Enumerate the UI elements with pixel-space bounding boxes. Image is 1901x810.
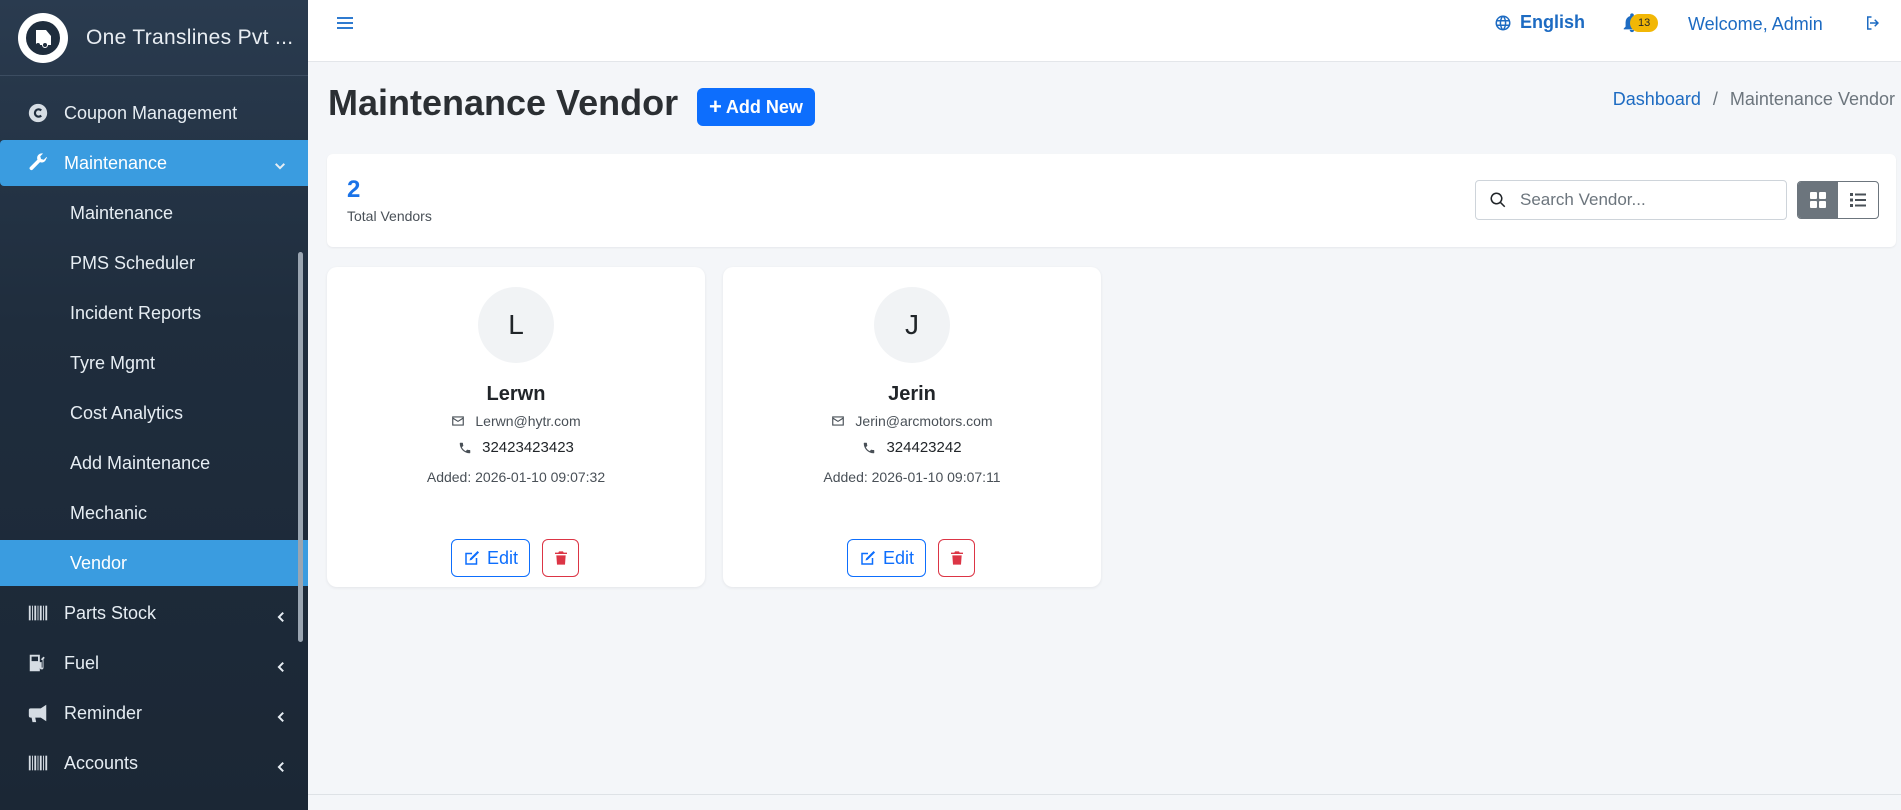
edit-label: Edit (883, 547, 915, 568)
breadcrumb: Dashboard / Maintenance Vendor (1613, 89, 1895, 110)
envelope-icon (832, 416, 845, 426)
total-vendors-count: 2 (347, 176, 361, 203)
breadcrumb-separator: / (1712, 89, 1718, 109)
barcode-icon (26, 751, 50, 775)
edit-button[interactable]: Edit (847, 539, 927, 577)
sidebar-subitem-add-maintenance[interactable]: Add Maintenance (0, 440, 308, 486)
phone-icon (864, 442, 875, 453)
edit-label: Edit (487, 547, 519, 568)
vendor-added: Added: 2026-01-10 09:07:11 (823, 469, 1001, 485)
chevron-left-icon (274, 657, 286, 672)
sidebar-nav: Coupon Management Maintenance Maintenanc… (0, 76, 308, 786)
search-input[interactable] (1520, 190, 1770, 210)
breadcrumb-dashboard[interactable]: Dashboard (1613, 89, 1701, 110)
wrench-icon (26, 151, 50, 175)
truck-logo-icon (26, 20, 60, 55)
list-icon (1850, 193, 1866, 207)
edit-button[interactable]: Edit (451, 539, 531, 577)
view-toggle (1797, 181, 1879, 219)
vendor-phone: 32423423423 (327, 439, 705, 456)
sidebar-scrollbar[interactable] (298, 252, 303, 642)
sidebar-item-label: Maintenance (64, 152, 168, 173)
sidebar-subitem-maintenance[interactable]: Maintenance (0, 190, 308, 236)
sidebar: One Translines Pvt ... Coupon Management… (0, 0, 308, 810)
plus-icon: + (709, 94, 722, 119)
avatar: J (874, 287, 950, 363)
sidebar-subitem-vendor[interactable]: Vendor (0, 540, 308, 586)
trash-icon (554, 551, 567, 565)
topbar: English 13 Welcome, Admin (308, 0, 1901, 62)
chevron-left-icon (274, 757, 286, 772)
vendor-name: Lerwn (486, 383, 546, 405)
vendor-email: Jerin@arcmotors.com (723, 413, 1101, 429)
chevron-down-icon (274, 157, 286, 170)
sidebar-item-reminder[interactable]: Reminder (0, 690, 308, 736)
vendor-name: Jerin (888, 383, 936, 405)
sidebar-subitem-pms-scheduler[interactable]: PMS Scheduler (0, 240, 308, 286)
megaphone-icon (26, 701, 50, 725)
stats-panel: 2 Total Vendors (327, 154, 1896, 247)
sidebar-subitem-tyre-mgmt[interactable]: Tyre Mgmt (0, 340, 308, 386)
logout-icon[interactable] (1864, 14, 1884, 34)
edit-icon (465, 550, 480, 565)
sidebar-item-label: Coupon Management (64, 102, 238, 123)
coupon-icon (26, 101, 50, 125)
chevron-left-icon (274, 607, 286, 622)
vendor-email-text: Jerin@arcmotors.com (855, 413, 993, 429)
sidebar-item-label: Parts Stock (64, 602, 157, 623)
sidebar-subitem-incident-reports[interactable]: Incident Reports (0, 290, 308, 336)
add-new-label: Add New (725, 96, 803, 117)
trash-icon (950, 551, 963, 565)
brand-logo (18, 12, 68, 63)
vendor-card: J Jerin Jerin@arcmotors.com 324423242 Ad… (723, 267, 1101, 587)
edit-icon (861, 550, 876, 565)
vendor-card: L Lerwn Lerwn@hytr.com 32423423423 Added… (327, 267, 705, 587)
chevron-left-icon (274, 707, 286, 722)
sidebar-subitem-mechanic[interactable]: Mechanic (0, 490, 308, 536)
vendor-email: Lerwn@hytr.com (327, 413, 705, 429)
notification-badge: 13 (1630, 14, 1659, 32)
globe-icon (1495, 15, 1511, 30)
barcode-icon (26, 601, 50, 625)
list-view-button[interactable] (1838, 182, 1878, 218)
total-vendors-label: Total Vendors (347, 208, 432, 224)
delete-button[interactable] (938, 539, 975, 577)
delete-button[interactable] (542, 539, 579, 577)
sidebar-item-fuel[interactable]: Fuel (0, 640, 308, 686)
footer-divider (308, 794, 1901, 795)
phone-icon (459, 442, 471, 453)
vendor-phone-text: 32423423423 (482, 439, 574, 456)
gas-pump-icon (26, 651, 50, 675)
vendor-added: Added: 2026-01-10 09:07:32 (426, 469, 606, 485)
language-selector[interactable]: English (1494, 12, 1585, 33)
sidebar-item-label: Reminder (64, 702, 143, 723)
page-title: Maintenance Vendor (328, 82, 679, 123)
sidebar-item-label: Accounts (64, 752, 139, 773)
sidebar-item-coupon-management[interactable]: Coupon Management (0, 90, 308, 136)
brand-name: One Translines Pvt ... (86, 25, 294, 49)
sidebar-item-accounts[interactable]: Accounts (0, 740, 308, 786)
sidebar-subitem-cost-analytics[interactable]: Cost Analytics (0, 390, 308, 436)
menu-toggle-icon[interactable] (336, 14, 358, 34)
vendor-email-text: Lerwn@hytr.com (475, 413, 581, 429)
vendor-phone: 324423242 (723, 439, 1101, 456)
language-label: English (1520, 12, 1586, 32)
search-icon (1476, 191, 1520, 209)
search-box (1475, 180, 1787, 220)
welcome-user[interactable]: Welcome, Admin (1688, 14, 1823, 35)
avatar: L (478, 287, 554, 363)
add-new-button[interactable]: + Add New (697, 88, 815, 126)
envelope-icon (452, 416, 465, 426)
vendor-phone-text: 324423242 (886, 439, 962, 456)
grid-icon (1810, 192, 1826, 208)
sidebar-item-label: Fuel (64, 652, 100, 673)
grid-view-button[interactable] (1798, 182, 1838, 218)
sidebar-item-maintenance[interactable]: Maintenance (0, 140, 308, 186)
brand[interactable]: One Translines Pvt ... (0, 0, 308, 76)
sidebar-item-parts-stock[interactable]: Parts Stock (0, 590, 308, 636)
breadcrumb-current: Maintenance Vendor (1729, 89, 1895, 109)
